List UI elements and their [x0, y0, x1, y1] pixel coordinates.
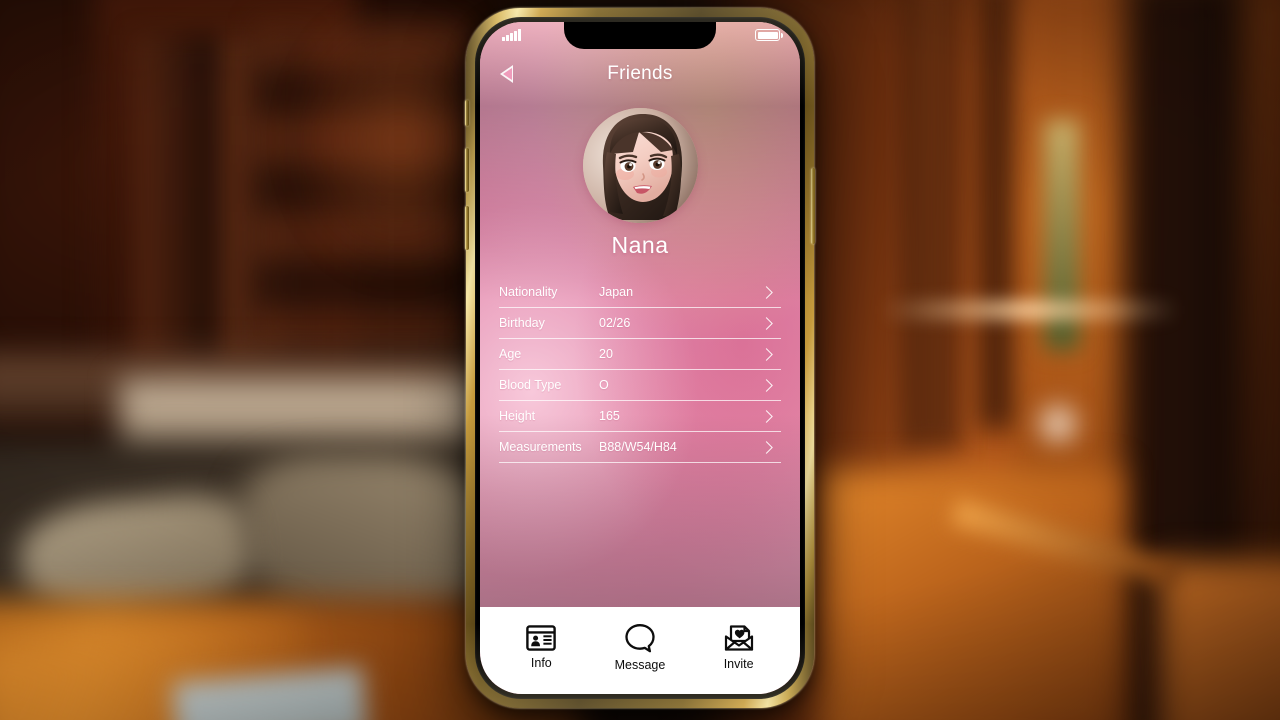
volume-down-button[interactable]: [465, 206, 469, 250]
info-value: 165: [599, 409, 620, 423]
phone-bezel: Friends Nana Nationality Japan Birthday …: [475, 17, 805, 699]
chevron-right-icon: [760, 347, 773, 361]
info-value: O: [599, 378, 609, 392]
profile-header: Nana: [480, 94, 800, 259]
smartphone-device: Friends Nana Nationality Japan Birthday …: [465, 8, 815, 708]
info-label: Blood Type: [499, 378, 562, 392]
chevron-right-icon: [760, 378, 773, 392]
table-row[interactable]: Birthday 02/26: [499, 308, 781, 339]
chevron-right-icon: [760, 440, 773, 454]
profile-name: Nana: [611, 232, 669, 258]
envelope-heart-icon: [724, 625, 753, 651]
user-avatar-portrait: [582, 108, 698, 223]
page-title: Friends: [607, 63, 673, 84]
table-row[interactable]: Nationality Japan: [499, 277, 781, 308]
chevron-right-icon: [760, 409, 773, 423]
volume-up-button[interactable]: [465, 148, 469, 192]
tab-label: Info: [530, 656, 552, 670]
navigation-bar: Friends: [480, 54, 800, 94]
table-row[interactable]: Height 165: [499, 401, 781, 432]
tab-label: Message: [614, 658, 666, 672]
info-label: Measurements: [499, 440, 582, 454]
info-label: Age: [499, 347, 522, 361]
info-value: 02/26: [599, 316, 631, 330]
chevron-right-icon: [760, 285, 773, 299]
display-notch: [564, 22, 716, 49]
power-button[interactable]: [811, 168, 815, 244]
signal-bars-icon: [502, 29, 521, 41]
tab-label: Invite: [723, 657, 754, 671]
tab-info[interactable]: Info: [492, 625, 590, 670]
mute-switch-button[interactable]: [465, 100, 469, 126]
info-value: B88/W54/H84: [599, 440, 677, 454]
speech-bubble-icon: [625, 624, 655, 653]
info-value: Japan: [599, 285, 634, 299]
bottom-tab-bar: Info Message Invite: [480, 607, 800, 694]
table-row[interactable]: Measurements B88/W54/H84: [499, 432, 781, 463]
table-row[interactable]: Blood Type O: [499, 370, 781, 401]
battery-full-icon: [755, 29, 783, 41]
info-label: Birthday: [499, 316, 545, 330]
profile-info-list: Nationality Japan Birthday 02/26 Age 20 …: [499, 277, 781, 463]
phone-screen: Friends Nana Nationality Japan Birthday …: [480, 22, 800, 694]
info-label: Nationality: [499, 285, 558, 299]
chevron-right-icon: [760, 316, 773, 330]
table-row[interactable]: Age 20: [499, 339, 781, 370]
tab-invite[interactable]: Invite: [690, 624, 788, 671]
avatar[interactable]: [582, 108, 698, 223]
info-value: 20: [599, 347, 613, 361]
info-label: Height: [499, 409, 536, 423]
tab-message[interactable]: Message: [591, 623, 689, 672]
id-card-icon: [526, 625, 557, 651]
